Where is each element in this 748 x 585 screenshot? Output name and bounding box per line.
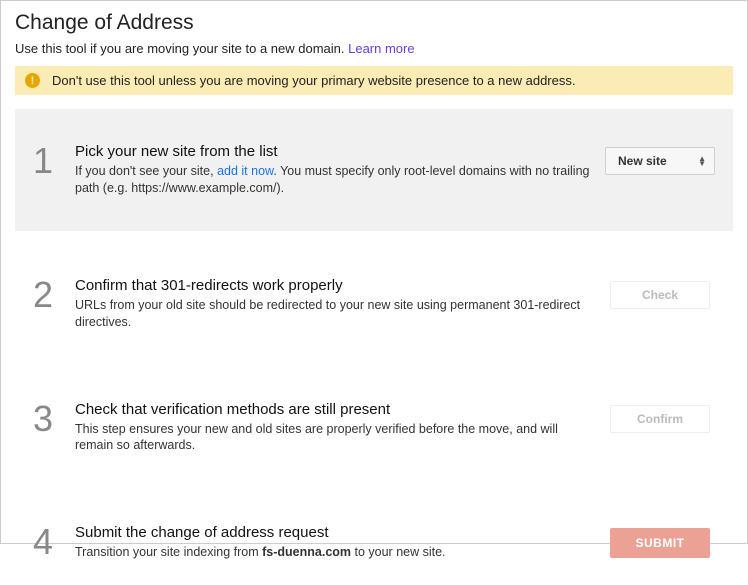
desc-text-a: Transition your site indexing from <box>75 545 262 559</box>
step-body: Submit the change of address request Tra… <box>75 524 605 561</box>
step-4: 4 Submit the change of address request T… <box>15 500 733 585</box>
new-site-select[interactable]: New site ▲▼ <box>605 147 715 175</box>
step-2: 2 Confirm that 301-redirects work proper… <box>15 253 733 355</box>
step-1: 1 Pick your new site from the list If yo… <box>15 109 733 231</box>
step-action: Confirm <box>605 401 715 433</box>
step-action: SUBMIT <box>605 524 715 558</box>
step-title: Check that verification methods are stil… <box>75 401 595 418</box>
warning-text: Don't use this tool unless you are movin… <box>52 73 575 88</box>
page-title: Change of Address <box>15 1 733 41</box>
warning-alert: ! Don't use this tool unless you are mov… <box>15 66 733 95</box>
step-number: 3 <box>33 401 69 437</box>
step-description: Transition your site indexing from fs-du… <box>75 544 595 561</box>
step-number: 2 <box>33 277 69 313</box>
select-arrows-icon: ▲▼ <box>698 156 706 166</box>
subtitle-text: Use this tool if you are moving your sit… <box>15 41 348 56</box>
step-title: Submit the change of address request <box>75 524 595 541</box>
learn-more-link[interactable]: Learn more <box>348 41 414 56</box>
desc-text-a: If you don't see your site, <box>75 164 217 178</box>
check-button[interactable]: Check <box>610 281 710 309</box>
change-of-address-panel: Change of Address Use this tool if you a… <box>0 0 748 544</box>
step-description: URLs from your old site should be redire… <box>75 297 595 331</box>
step-body: Confirm that 301-redirects work properly… <box>75 277 605 331</box>
step-action: Check <box>605 277 715 309</box>
step-title: Confirm that 301-redirects work properly <box>75 277 595 294</box>
warning-icon: ! <box>25 73 40 88</box>
submit-button[interactable]: SUBMIT <box>610 528 710 558</box>
desc-bold-domain: fs-duenna.com <box>262 545 351 559</box>
step-3: 3 Check that verification methods are st… <box>15 377 733 479</box>
confirm-button[interactable]: Confirm <box>610 405 710 433</box>
step-number: 1 <box>33 143 69 179</box>
step-number: 4 <box>33 524 69 560</box>
step-body: Check that verification methods are stil… <box>75 401 605 455</box>
desc-text-b: to your new site. <box>351 545 446 559</box>
add-it-now-link[interactable]: add it now <box>217 164 273 178</box>
step-description: If you don't see your site, add it now. … <box>75 163 595 197</box>
step-action: New site ▲▼ <box>605 143 715 175</box>
page-subtitle: Use this tool if you are moving your sit… <box>15 41 733 66</box>
step-description: This step ensures your new and old sites… <box>75 421 595 455</box>
select-label: New site <box>618 154 667 168</box>
step-title: Pick your new site from the list <box>75 143 595 160</box>
step-body: Pick your new site from the list If you … <box>75 143 605 197</box>
